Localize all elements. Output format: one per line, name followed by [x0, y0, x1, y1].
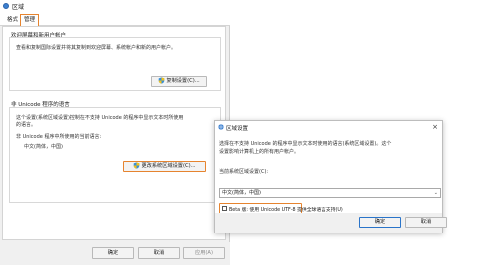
copy-settings-button[interactable]: 复制设置(C)... [151, 76, 207, 87]
bottom-button-bar: 确定 取消 应用(A) [0, 242, 230, 265]
dialog-footer: 确定 取消 [215, 213, 447, 233]
uac-shield-icon [159, 77, 165, 84]
dialog-ok-button[interactable]: 确定 [359, 217, 401, 228]
apply-button[interactable]: 应用(A) [183, 247, 225, 259]
unicode-description-line1: 这个设置(系统区域设置)控制在不支持 Unicode 的程序中显示文本时所使用 [16, 115, 184, 121]
dialog-description-line2: 设置影响计算机上的所有用户帐户。 [219, 149, 300, 155]
uac-shield-icon [134, 162, 140, 169]
title-bar: 区域 [0, 0, 230, 12]
tab-administrative[interactable]: 管理 [20, 14, 40, 26]
beta-utf8-label: Beta 版: 使用 Unicode UTF-8 提供全球语言支持(U) [229, 208, 343, 213]
ok-button[interactable]: 确定 [92, 247, 134, 259]
system-locale-value: 中文(简体，中国) [222, 190, 261, 196]
region-settings-dialog: 区域设置 × 选择在不支持 Unicode 的程序中显示文本时使用的语言(系统区… [214, 120, 447, 233]
region-window: 区域 格式 管理 欢迎屏幕和新用户帐户 查看和复制国际设置并将其复制到欢迎屏幕、… [0, 0, 230, 265]
dialog-title: 区域设置 [226, 126, 249, 132]
current-language-value: 中文(简体，中国) [24, 144, 63, 150]
tab-content: 欢迎屏幕和新用户帐户 查看和复制国际设置并将其复制到欢迎屏幕、系统帐户和新的用户… [2, 26, 226, 240]
system-locale-label: 当前系统区域设置(C): [219, 169, 269, 175]
copy-settings-label: 复制设置(C)... [166, 78, 200, 84]
close-icon[interactable]: × [432, 123, 438, 131]
globe-icon [218, 124, 224, 130]
dialog-description-line1: 选择在不支持 Unicode 的程序中显示文本时使用的语言(系统区域设置)。这个 [219, 141, 392, 147]
beta-utf8-checkbox[interactable] [222, 206, 227, 211]
unicode-groupbox: 这个设置(系统区域设置)控制在不支持 Unicode 的程序中显示文本时所使用 … [9, 107, 221, 203]
system-locale-select[interactable]: 中文(简体，中国) ⌄ [219, 188, 441, 198]
dialog-title-bar: 区域设置 × [215, 121, 442, 133]
change-system-locale-label: 更改系统区域设置(C)... [141, 163, 196, 169]
change-system-locale-button[interactable]: 更改系统区域设置(C)... [123, 161, 206, 172]
current-language-label: 非 Unicode 程序中所使用的当前语言: [16, 134, 102, 140]
dialog-cancel-button[interactable]: 取消 [405, 217, 447, 228]
globe-icon [3, 3, 9, 9]
welcome-description: 查看和复制国际设置并将其复制到欢迎屏幕、系统帐户和新的用户帐户。 [16, 45, 177, 51]
chevron-down-icon: ⌄ [433, 190, 438, 196]
cancel-button[interactable]: 取消 [138, 247, 180, 259]
welcome-groupbox: 查看和复制国际设置并将其复制到欢迎屏幕、系统帐户和新的用户帐户。 复制设置(C)… [9, 37, 221, 91]
unicode-description-line2: 的语言。 [16, 122, 37, 128]
dialog-body: 选择在不支持 Unicode 的程序中显示文本时使用的语言(系统区域设置)。这个… [215, 133, 442, 217]
tab-strip: 格式 管理 [0, 12, 230, 26]
tab-format[interactable]: 格式 [4, 15, 21, 26]
window-title: 区域 [12, 4, 25, 11]
